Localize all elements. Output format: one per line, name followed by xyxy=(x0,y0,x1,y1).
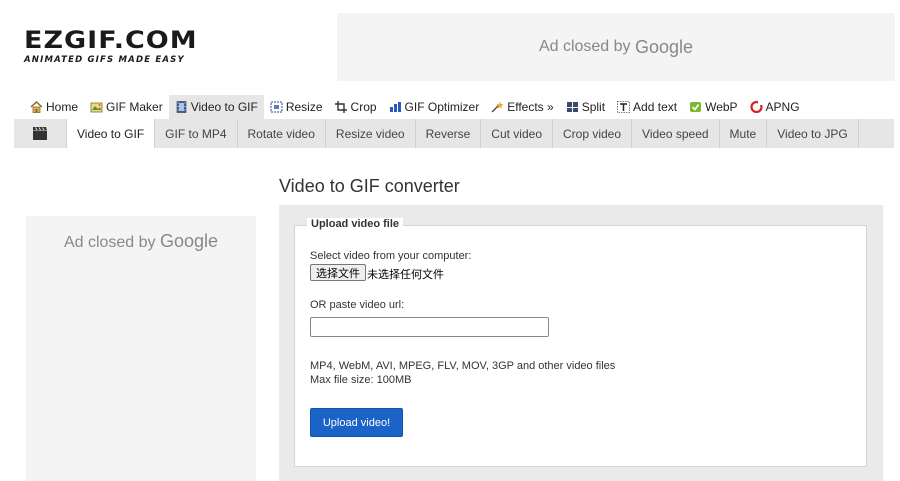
nav-label: WebP xyxy=(705,100,738,114)
logo-wordmark: EZGIF.COM xyxy=(24,26,198,55)
subnav-reverse[interactable]: Reverse xyxy=(416,119,482,148)
nav-label: Resize xyxy=(285,100,323,114)
home-icon xyxy=(30,100,43,113)
google-brand: Google xyxy=(635,36,694,57)
max-size-text: Max file size: 100MB xyxy=(310,374,412,386)
site-logo[interactable]: EZGIF.COM ANIMATED GIFS MADE EASY xyxy=(24,26,204,65)
nav-item-video-to-gif[interactable]: Video to GIF xyxy=(168,95,264,119)
nav-item-gif-maker[interactable]: GIF Maker xyxy=(84,95,169,119)
subnav-resize-video[interactable]: Resize video xyxy=(326,119,416,148)
nav-item-effects[interactable]: Effects » xyxy=(485,95,559,119)
video-url-input[interactable] xyxy=(310,317,549,337)
webp-icon xyxy=(689,101,702,113)
ad-closed-text: Ad closed by xyxy=(538,38,631,55)
google-brand: Google xyxy=(160,231,219,251)
nav-item-gif-optimizer[interactable]: GIF Optimizer xyxy=(383,95,486,119)
choose-file-button[interactable]: 选择文件 xyxy=(310,264,366,281)
fieldset-legend: Upload video file xyxy=(307,218,404,230)
split-icon xyxy=(566,101,579,113)
subnav-video-to-jpg[interactable]: Video to JPG xyxy=(767,119,859,148)
nav-item-home[interactable]: Home xyxy=(24,95,84,119)
gif-maker-icon xyxy=(90,101,103,113)
subnav-rotate-video[interactable]: Rotate video xyxy=(238,119,326,148)
nav-item-webp[interactable]: WebP xyxy=(683,95,743,119)
ad-banner-top: Ad closed by Google xyxy=(337,13,895,81)
subnav-cut-video[interactable]: Cut video xyxy=(481,119,553,148)
nav-item-add-text[interactable]: Add text xyxy=(611,95,683,119)
subnav-mute[interactable]: Mute xyxy=(720,119,768,148)
nav-label: Add text xyxy=(633,100,678,114)
ad-sidebar-left: Ad closed by Google xyxy=(26,216,256,481)
sub-nav: Video to GIF GIF to MP4 Rotate video Res… xyxy=(14,119,894,148)
logo-tagline: ANIMATED GIFS MADE EASY xyxy=(24,55,185,65)
effects-icon xyxy=(491,101,504,113)
subnav-video-speed[interactable]: Video speed xyxy=(632,119,720,148)
nav-label: Video to GIF xyxy=(190,100,258,114)
nav-label: APNG xyxy=(765,100,800,114)
optimizer-icon xyxy=(389,101,402,113)
formats-text: MP4, WebM, AVI, MPEG, FLV, MOV, 3GP and … xyxy=(310,360,616,372)
ad-closed-text: Ad closed by xyxy=(63,234,156,251)
file-status-text: 未选择任何文件 xyxy=(367,269,444,281)
upload-panel: Upload video file Select video from your… xyxy=(279,205,883,481)
url-label: OR paste video url: xyxy=(310,299,405,311)
nav-item-crop[interactable]: Crop xyxy=(329,95,383,119)
subnav-video-to-gif[interactable]: Video to GIF xyxy=(66,119,156,148)
nav-item-resize[interactable]: Resize xyxy=(264,95,329,119)
upload-video-button[interactable]: Upload video! xyxy=(310,408,403,437)
nav-label: Crop xyxy=(350,100,377,114)
apng-icon xyxy=(749,100,763,114)
clapperboard-icon xyxy=(14,119,66,148)
crop-icon xyxy=(334,101,348,113)
resize-icon xyxy=(270,101,283,113)
nav-label: GIF Optimizer xyxy=(404,100,480,114)
nav-label: Split xyxy=(581,100,606,114)
nav-label: Home xyxy=(46,100,79,114)
select-file-label: Select video from your computer: xyxy=(310,250,472,262)
nav-label: Effects » xyxy=(507,100,554,114)
subnav-crop-video[interactable]: Crop video xyxy=(553,119,633,148)
subnav-gif-to-mp4[interactable]: GIF to MP4 xyxy=(155,119,238,148)
upload-fieldset: Upload video file Select video from your… xyxy=(294,218,867,467)
main-nav: Home GIF Maker Video to GIF Resize Crop … xyxy=(24,95,806,119)
add-text-icon xyxy=(617,101,630,113)
nav-item-apng[interactable]: APNG xyxy=(744,95,806,119)
page-title: Video to GIF converter xyxy=(279,176,460,196)
nav-item-split[interactable]: Split xyxy=(560,95,611,119)
film-icon xyxy=(175,101,188,113)
nav-label: GIF Maker xyxy=(106,100,163,114)
